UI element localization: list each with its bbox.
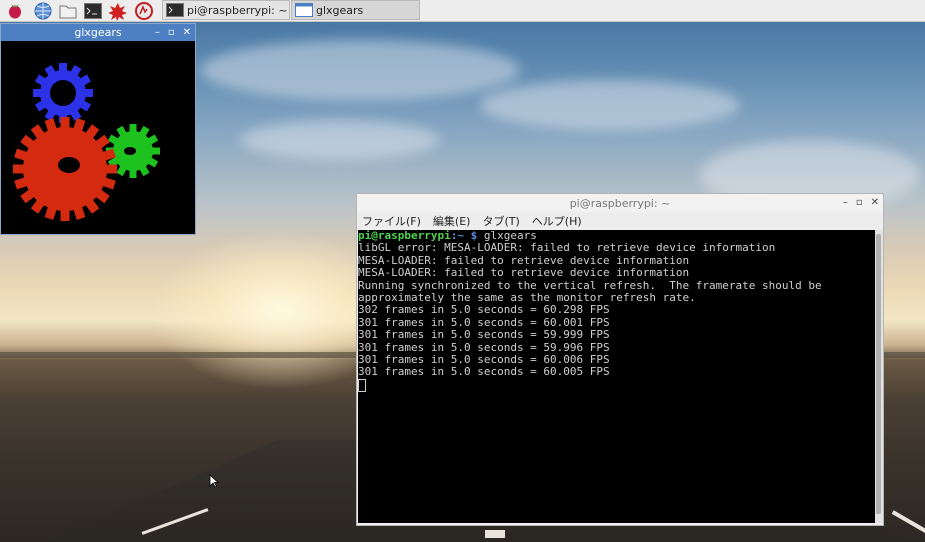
taskbar: pi@raspberrypi: ~ glxgears bbox=[0, 0, 925, 22]
web-browser-icon[interactable] bbox=[33, 1, 52, 20]
glxgears-window: glxgears – ▫ ✕ bbox=[0, 23, 196, 235]
taskbar-task-terminal[interactable]: pi@raspberrypi: ~ bbox=[162, 0, 290, 20]
prompt-user: pi@raspberrypi bbox=[358, 230, 451, 242]
menu-bar: ファイル(F) 編集(E) タブ(T) ヘルプ(H) bbox=[357, 212, 883, 229]
window-title: glxgears bbox=[74, 26, 122, 39]
command-text: glxgears bbox=[477, 230, 537, 242]
output-line: 302 frames in 5.0 seconds = 60.298 FPS bbox=[358, 303, 610, 317]
menu-edit[interactable]: 編集(E) bbox=[433, 213, 471, 229]
wolfram-icon[interactable] bbox=[134, 1, 153, 20]
terminal-icon[interactable] bbox=[83, 1, 102, 20]
close-button[interactable]: ✕ bbox=[871, 197, 879, 208]
output-line: libGL error: MESA-LOADER: failed to retr… bbox=[358, 241, 776, 255]
window-titlebar[interactable]: glxgears – ▫ ✕ bbox=[1, 24, 195, 41]
menu-help[interactable]: ヘルプ(H) bbox=[532, 213, 582, 229]
window-icon bbox=[295, 3, 313, 17]
prompt-path: :~ $ bbox=[450, 230, 478, 242]
minimize-button[interactable]: – bbox=[155, 27, 160, 38]
maximize-button[interactable]: ▫ bbox=[168, 27, 175, 38]
close-button[interactable]: ✕ bbox=[183, 27, 191, 38]
output-line: MESA-LOADER: failed to retrieve device i… bbox=[358, 266, 690, 280]
gears-render-canvas bbox=[1, 41, 195, 234]
task-label: pi@raspberrypi: ~ bbox=[187, 3, 288, 17]
terminal-scrollbar[interactable] bbox=[875, 230, 883, 523]
terminal-output[interactable]: pi@raspberrypi:~ $ glxgears libGL error:… bbox=[358, 230, 875, 523]
scrollbar-thumb[interactable] bbox=[876, 234, 881, 514]
text-cursor bbox=[358, 378, 366, 392]
menu-file[interactable]: ファイル(F) bbox=[362, 213, 421, 229]
maximize-button[interactable]: ▫ bbox=[856, 197, 863, 208]
minimize-button[interactable]: – bbox=[843, 197, 848, 208]
terminal-window: pi@raspberrypi: ~ – ▫ ✕ ファイル(F) 編集(E) タブ… bbox=[356, 193, 884, 526]
math-icon[interactable] bbox=[108, 1, 127, 20]
mouse-pointer-icon bbox=[209, 474, 219, 488]
window-titlebar[interactable]: pi@raspberrypi: ~ – ▫ ✕ bbox=[357, 194, 883, 212]
output-line: 301 frames in 5.0 seconds = 59.999 FPS bbox=[358, 328, 610, 342]
taskbar-task-glxgears[interactable]: glxgears bbox=[291, 0, 420, 20]
file-manager-icon[interactable] bbox=[58, 1, 77, 20]
raspberry-menu-icon[interactable] bbox=[5, 1, 24, 20]
window-title: pi@raspberrypi: ~ bbox=[569, 196, 671, 210]
task-label: glxgears bbox=[316, 3, 364, 17]
menu-tab[interactable]: タブ(T) bbox=[482, 213, 519, 229]
output-line: 301 frames in 5.0 seconds = 60.005 FPS bbox=[358, 365, 610, 379]
terminal-icon bbox=[166, 3, 184, 17]
